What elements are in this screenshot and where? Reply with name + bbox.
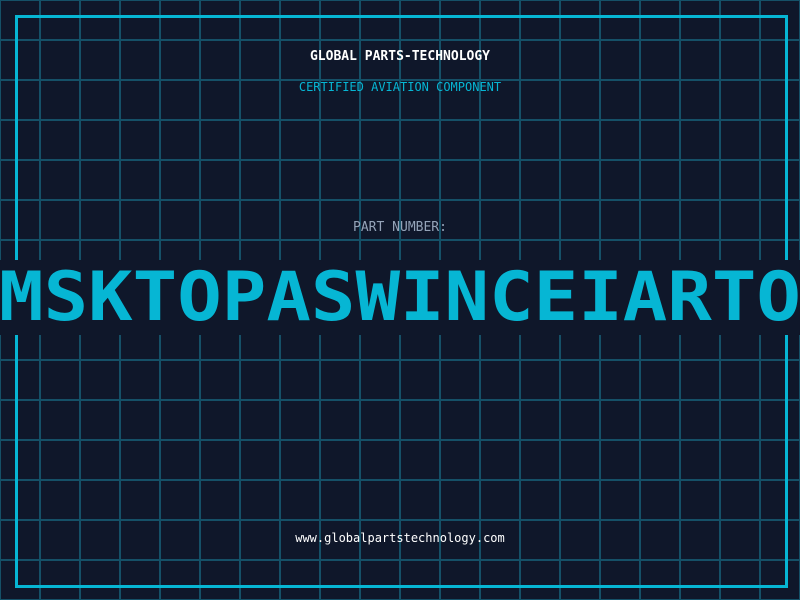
company-name: GLOBAL PARTS-TECHNOLOGY bbox=[309, 49, 490, 64]
part-number-label: PART NUMBER: bbox=[353, 220, 447, 235]
part-number-value: MSKTOPASWINCEIARTO bbox=[0, 260, 800, 335]
certification-subtitle: CERTIFIED AVIATION COMPONENT bbox=[298, 80, 502, 94]
website-link[interactable]: www.globalpartstechnology.com bbox=[0, 531, 800, 545]
part-number-band: MSKTOPASWINCEIARTO bbox=[0, 260, 800, 335]
